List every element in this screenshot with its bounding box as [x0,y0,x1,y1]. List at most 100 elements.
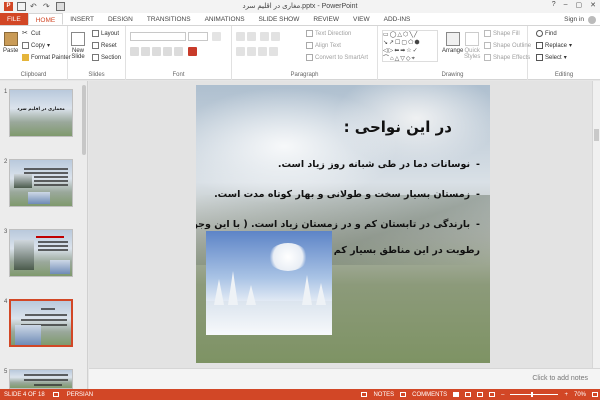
slide-thumbnail-1[interactable]: معماری در اقلیم سرد [9,89,73,137]
font-name-combo[interactable] [130,32,186,41]
zoom-level[interactable]: 70% [574,392,586,398]
reset-button[interactable]: Reset [92,42,117,49]
layout-button[interactable]: Layout [92,30,119,37]
shape-effects-button[interactable]: Shape Effects [484,54,530,61]
align-text-button[interactable]: Align Text [306,42,341,49]
thumbnail-number: 2 [4,159,8,165]
slide-title[interactable]: در این نواحی : [344,118,452,136]
current-slide[interactable]: در این نواحی : -نوسانات دما در طی شبانه … [196,85,490,363]
find-button[interactable]: Find [536,30,557,37]
font-size-combo[interactable] [188,32,208,41]
thumbnail-title: معماری در اقلیم سرد [17,107,65,112]
help-button[interactable]: ? [552,1,556,9]
slide-thumbnail-2[interactable] [9,159,73,207]
clipboard-group: Paste ✂ Cut Copy ▾ Format Painter Clipbo… [0,26,71,80]
shape-fill-button[interactable]: Shape Fill [484,30,520,37]
thumbnails-scrollbar[interactable] [82,85,86,155]
select-button[interactable]: Select ▾ [536,54,567,61]
paste-button[interactable]: Paste [3,32,18,54]
slide-thumbnail-5[interactable] [9,369,73,389]
slide-vertical-scrollbar[interactable] [592,81,600,368]
notes-pane[interactable]: Click to add notes [89,368,600,389]
maximize-button[interactable]: ▢ [576,1,583,9]
thumbnail-number: 1 [4,89,8,95]
normal-view-icon[interactable] [453,392,460,397]
zoom-in-button[interactable]: + [564,392,568,398]
slide-indicator[interactable]: SLIDE 4 OF 18 [4,392,45,398]
zoom-out-button[interactable]: – [501,392,504,398]
increase-indent-icon[interactable] [271,32,280,41]
new-slide-button[interactable]: New Slide [71,32,85,60]
title-bar: P ↶ ↷ مغاری در اقلیم سرد.pptx - PowerPoi… [0,0,600,13]
tab-slide-show[interactable]: SLIDE SHOW [252,13,307,25]
slideshow-view-icon[interactable] [489,392,496,397]
bullets-icon[interactable] [236,32,245,41]
bullet-item[interactable]: -بارندگی در تابستان کم و در زمستان زیاد … [196,219,480,230]
justify-icon[interactable] [269,47,278,56]
reading-view-icon[interactable] [477,392,484,397]
text-direction-button[interactable]: Text Direction [306,30,351,37]
minimize-button[interactable]: – [564,1,568,9]
window-title: مغاری در اقلیم سرد.pptx - PowerPoint [242,3,358,10]
format-painter-button[interactable]: Format Painter [22,54,71,61]
align-left-icon[interactable] [236,47,245,56]
zoom-slider[interactable] [510,392,559,397]
sign-in-link[interactable]: Sign in [564,13,584,26]
close-button[interactable]: ✕ [590,1,596,9]
align-right-icon[interactable] [258,47,267,56]
decrease-indent-icon[interactable] [260,32,269,41]
tab-add-ins[interactable]: ADD-INS [377,13,418,25]
cursor-icon [536,54,543,61]
tab-home[interactable]: HOME [27,13,64,25]
paint-bucket-icon [484,30,491,37]
avatar[interactable] [588,16,596,24]
tab-file[interactable]: FILE [0,13,28,25]
slide-thumbnails-pane: 1 معماری در اقلیم سرد 2 3 4 5 [0,81,88,389]
section-button[interactable]: Section [92,54,121,61]
bullet-item[interactable]: -زمستان بسیار سخت و طولانی و بهار کوتاه … [214,189,480,200]
undo-icon[interactable]: ↶ [30,2,39,11]
bold-icon[interactable] [130,47,139,56]
strikethrough-icon[interactable] [174,47,183,56]
convert-smartart-button[interactable]: Convert to SmartArt [306,54,368,61]
tab-view[interactable]: VIEW [346,13,377,25]
reset-icon [92,42,99,49]
quick-access-toolbar: P ↶ ↷ [0,0,65,13]
chevron-down-icon: ▾ [47,43,51,49]
scrollbar-thumb[interactable] [594,129,599,141]
shadow-icon[interactable] [163,47,172,56]
slide-thumbnail-4[interactable] [9,299,73,347]
arrange-button[interactable]: Arrange [442,32,463,54]
start-slideshow-icon[interactable] [56,2,65,11]
grow-font-icon[interactable] [212,32,221,41]
bullet-item[interactable]: -نوسانات دما در طی شبانه روز زیاد است. [278,159,480,170]
spell-check-icon[interactable] [52,392,59,397]
replace-button[interactable]: Replace ▾ [536,42,572,49]
cut-button[interactable]: ✂ Cut [22,30,40,37]
italic-icon[interactable] [141,47,150,56]
shape-outline-button[interactable]: Shape Outline [484,42,531,49]
quick-styles-button[interactable]: Quick Styles [464,32,480,60]
snow-trees-photo[interactable] [206,231,332,335]
notes-button[interactable]: NOTES [373,392,394,398]
language-indicator[interactable]: PERSIAN [67,392,93,398]
align-center-icon[interactable] [247,47,256,56]
slide-thumbnail-3[interactable] [9,229,73,277]
tab-insert[interactable]: INSERT [63,13,101,25]
tab-design[interactable]: DESIGN [101,13,140,25]
fit-to-window-icon[interactable] [592,392,598,397]
copy-button[interactable]: Copy ▾ [22,42,50,49]
redo-icon[interactable]: ↷ [43,2,52,11]
underline-icon[interactable] [152,47,161,56]
slide-sorter-icon[interactable] [465,392,472,397]
numbering-icon[interactable] [247,32,256,41]
shapes-gallery[interactable]: ▭◯△⬡╲╱ ↘↗☐▢⬠⬢ ◁▷⬅➡☆✓ ⌒⌂△▽◇⌖ [382,30,438,62]
tab-review[interactable]: REVIEW [306,13,346,25]
paintbrush-icon [22,54,29,61]
tab-transitions[interactable]: TRANSITIONS [140,13,198,25]
comments-button[interactable]: COMMENTS [412,392,447,398]
save-icon[interactable] [17,2,26,11]
tab-animations[interactable]: ANIMATIONS [198,13,252,25]
zoom-slider-thumb[interactable] [531,392,534,397]
font-color-icon[interactable] [188,47,197,56]
